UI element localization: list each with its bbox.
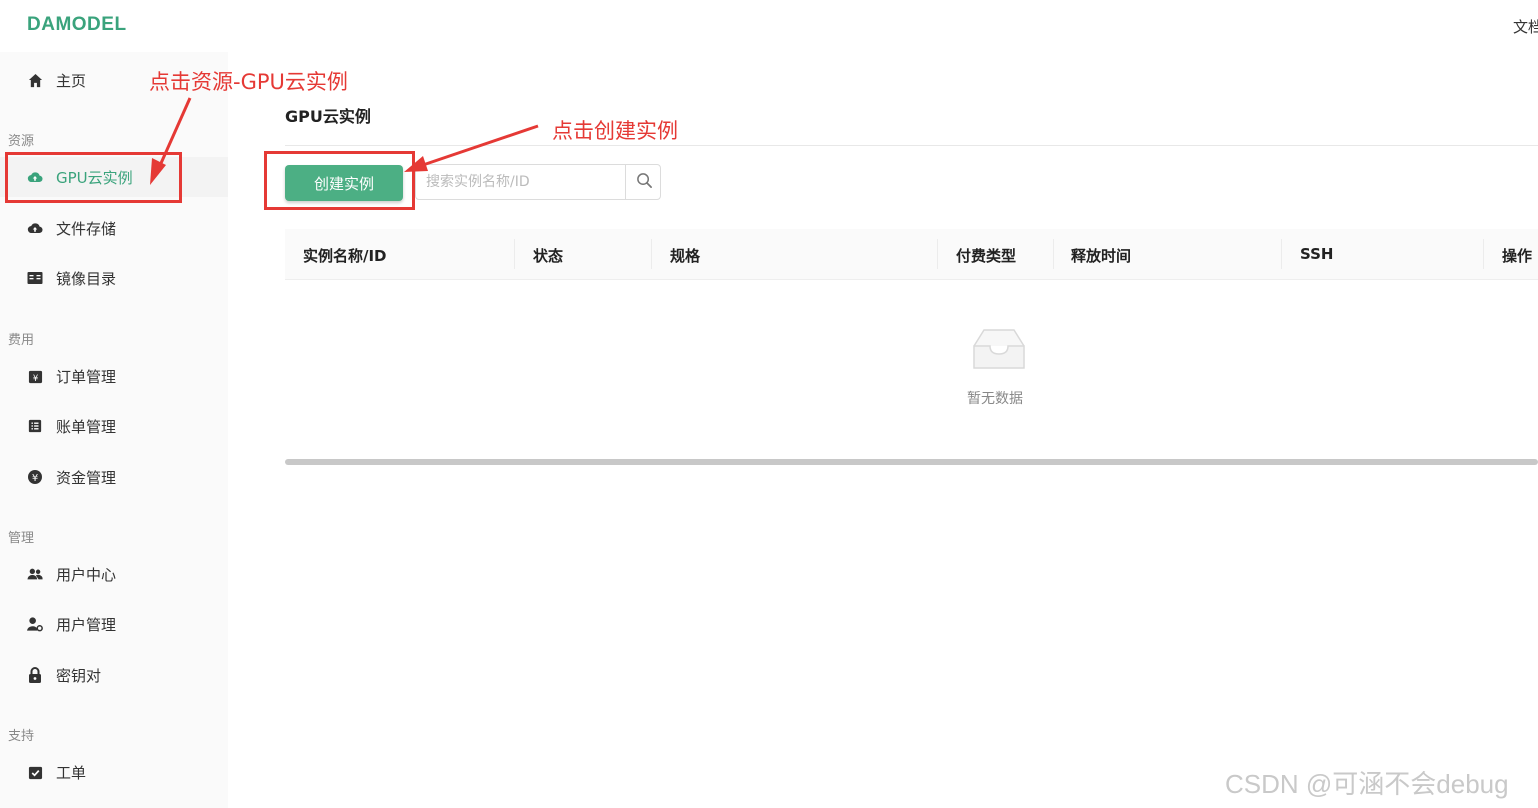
annotation-arrow-step1 (150, 97, 192, 185)
annotation-arrow-step2 (404, 124, 539, 172)
annotation-arrows (150, 97, 539, 185)
watermark: CSDN @可涵不会debug (1225, 769, 1509, 799)
